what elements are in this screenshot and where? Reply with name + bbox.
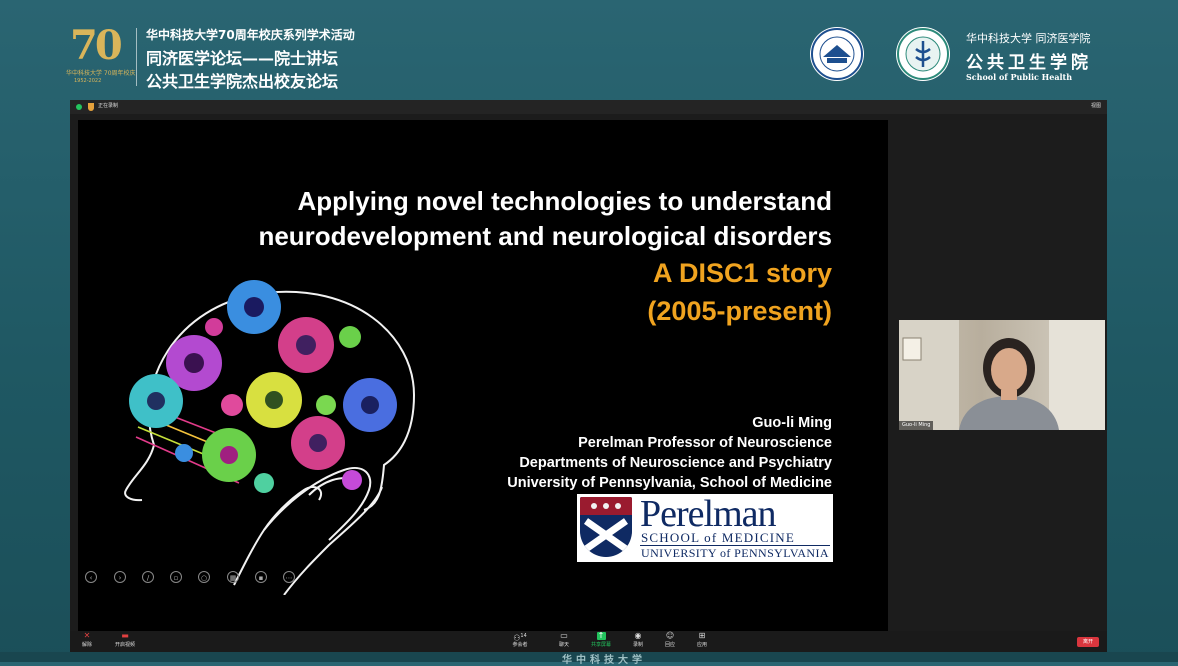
event-title-line2: 同济医学论坛——院士讲坛: [146, 49, 339, 68]
slide-subtitle: A DISC1 story (2005-present): [647, 254, 832, 330]
meeting-toolbar: ✕ 解除 ▬ 开启视频 ⚇14 参会者 ▭ 聊天 ↑ 共享屏幕 ◉ 录制 ☺ 回…: [70, 631, 1107, 652]
speaker-video-feed-icon: [899, 320, 1105, 430]
share-screen-button[interactable]: ↑ 共享屏幕: [591, 631, 612, 649]
participant-video[interactable]: Guo-li Ming: [899, 320, 1105, 430]
participants-icon: ⚇14: [513, 633, 527, 643]
apps-icon: ⊞: [698, 631, 706, 640]
anniversary-caption: 华中科技大学 70周年校庆: [66, 70, 136, 77]
camera-icon[interactable]: ▪: [255, 571, 267, 583]
anniversary-logo: 70 华中科技大学 70周年校庆 1952-2022: [66, 22, 136, 86]
slide-title: Applying novel technologies to understan…: [258, 184, 832, 254]
record-label: 录制: [633, 642, 644, 648]
speaker-department: Departments of Neuroscience and Psychiat…: [519, 455, 832, 471]
unmute-button[interactable]: ✕ 解除: [82, 631, 93, 649]
chat-icon: ▭: [560, 631, 568, 640]
anniversary-number: 70: [70, 22, 123, 69]
reactions-icon: ☺: [665, 631, 675, 640]
start-video-label: 开启视频: [115, 642, 136, 648]
perelman-logo: Perelman SCHOOL of MEDICINE UNIVERSITY o…: [577, 493, 833, 562]
meeting-topbar: 正在录制 视图: [70, 100, 1107, 114]
share-screen-label: 共享屏幕: [591, 642, 612, 648]
record-button[interactable]: ◉ 录制: [633, 631, 644, 649]
penn-shield-icon: [580, 497, 632, 557]
footer-strip: 华中科技大学: [0, 652, 1178, 666]
school-line1: 华中科技大学 同济医学院: [966, 32, 1091, 45]
event-title-line3: 公共卫生学院杰出校友论坛: [146, 72, 339, 91]
anniversary-years: 1952-2022: [74, 78, 102, 84]
speaker-title: Perelman Professor of Neuroscience: [578, 435, 832, 451]
start-video-button[interactable]: ▬ 开启视频: [115, 631, 136, 649]
grid-icon[interactable]: ▦: [227, 571, 239, 583]
event-header: 70 华中科技大学 70周年校庆 1952-2022 华中科技大学70周年校庆系…: [0, 0, 1178, 100]
prev-icon[interactable]: ‹: [85, 571, 97, 583]
participant-name: Guo-li Ming: [899, 421, 934, 430]
next-icon[interactable]: ›: [114, 571, 126, 583]
pen-icon[interactable]: /: [142, 571, 154, 583]
reactions-button[interactable]: ☺ 回应: [665, 631, 676, 649]
medical-college-seal-icon: [896, 27, 950, 81]
reactions-label: 回应: [665, 642, 676, 648]
chat-button[interactable]: ▭ 聊天: [559, 631, 570, 649]
more-icon[interactable]: ⋯: [283, 571, 295, 583]
slide-subtitle-line1: A DISC1 story: [652, 258, 832, 288]
neural-rosettes: [129, 280, 397, 493]
security-status-icon[interactable]: [76, 104, 82, 110]
unmute-label: 解除: [82, 642, 93, 648]
leave-button[interactable]: 离开: [1077, 637, 1099, 647]
logo-school: SCHOOL of MEDICINE: [641, 530, 795, 545]
participants-count: 14: [520, 633, 527, 639]
logo-university: UNIVERSITY of PENNSYLVANIA: [641, 546, 829, 560]
image-icon[interactable]: ▫: [170, 571, 182, 583]
participants-label: 参会者: [512, 642, 528, 648]
recording-icon: [88, 103, 94, 111]
school-line3: School of Public Health: [966, 72, 1073, 82]
meeting-window: 正在录制 视图 Applying novel technologies to u…: [70, 100, 1107, 652]
microphone-muted-icon: ✕: [83, 631, 91, 640]
speaker-info: Guo-li Ming Perelman Professor of Neuros…: [507, 413, 832, 493]
school-line2: 公共卫生学院: [966, 53, 1092, 73]
footer-text: 华中科技大学: [562, 655, 646, 666]
zoom-icon[interactable]: ○: [198, 571, 210, 583]
event-title-line1: 华中科技大学70周年校庆系列学术活动: [146, 28, 355, 42]
speaker-name: Guo-li Ming: [752, 415, 832, 431]
chat-label: 聊天: [559, 642, 570, 648]
share-screen-icon: ↑: [596, 631, 606, 640]
view-button[interactable]: 视图: [1091, 102, 1101, 109]
slide-subtitle-line2: (2005-present): [647, 296, 832, 326]
university-seal-icon: [810, 27, 864, 81]
speaker-university: University of Pennsylvania, School of Me…: [507, 475, 832, 491]
slide-title-line2: neurodevelopment and neurological disord…: [258, 221, 832, 251]
apps-button[interactable]: ⊞ 应用: [697, 631, 708, 649]
participants-button[interactable]: ⚇14 参会者: [511, 632, 529, 648]
brain-illustration-icon: [124, 280, 416, 595]
video-off-icon: ▬: [121, 631, 129, 640]
apps-label: 应用: [697, 642, 708, 648]
record-icon: ◉: [634, 631, 642, 640]
slide-title-line1: Applying novel technologies to understan…: [297, 186, 832, 216]
shared-slide: Applying novel technologies to understan…: [78, 120, 888, 631]
recording-label: 正在录制: [98, 103, 119, 109]
header-divider: [136, 28, 137, 86]
